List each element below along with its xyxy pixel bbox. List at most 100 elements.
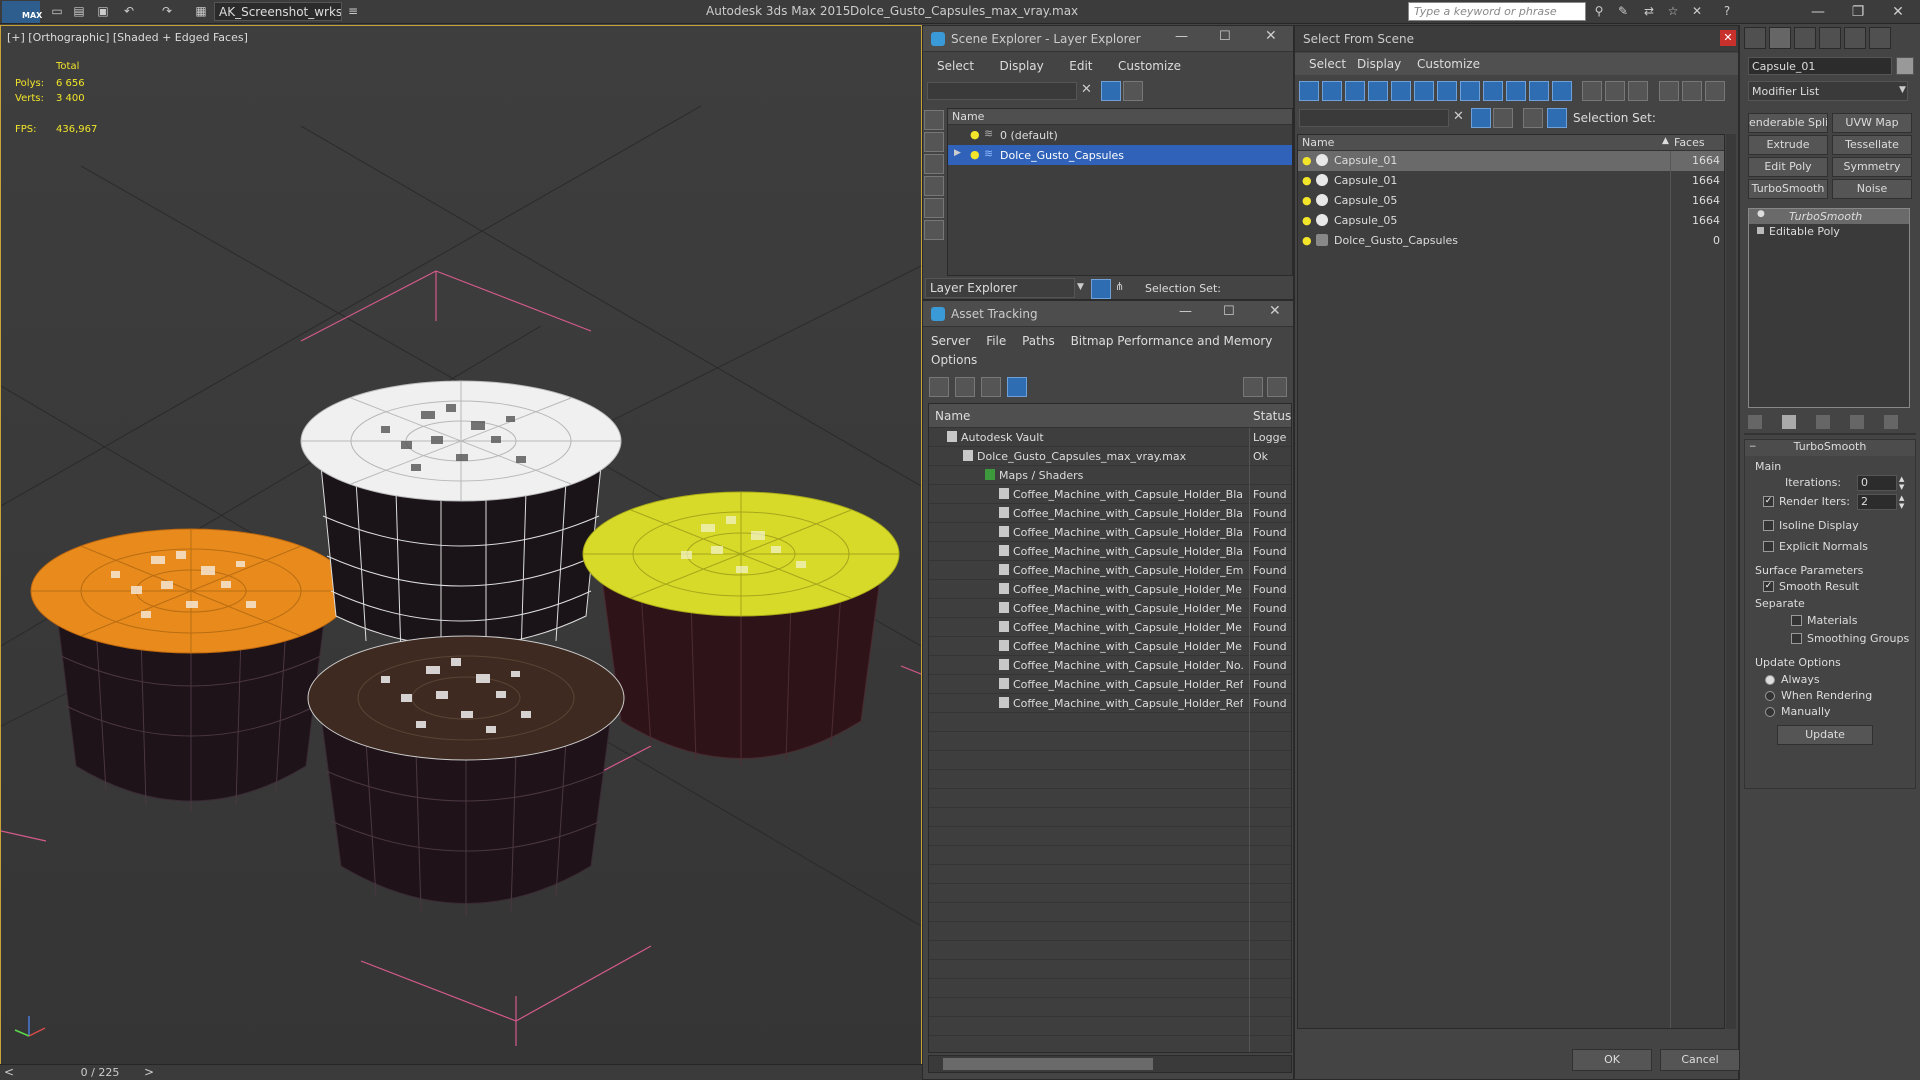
- isoline-checkbox[interactable]: [1763, 520, 1774, 531]
- stack-item-editable-poly[interactable]: Editable Poly: [1749, 224, 1909, 239]
- se-clear-icon[interactable]: ✕: [1081, 82, 1092, 97]
- time-prev-button[interactable]: <: [4, 1065, 14, 1079]
- light-bulb-icon[interactable]: ●: [1302, 214, 1312, 227]
- se-layers-icon[interactable]: [1123, 81, 1143, 101]
- sfs-filter-shapes-icon[interactable]: [1322, 81, 1342, 101]
- iterations-spinner-arrows-icon[interactable]: ▲ ▼: [1899, 475, 1904, 491]
- modifier-renderable-spline-button[interactable]: enderable Splir: [1748, 113, 1828, 133]
- asset-row[interactable]: Coffee_Machine_with_Capsule_Holder_Em...…: [929, 561, 1291, 580]
- se-close-icon[interactable]: ✕: [1265, 28, 1277, 44]
- sfs-col-name[interactable]: Name: [1302, 136, 1334, 149]
- sfs-funnel-icon[interactable]: [1659, 81, 1679, 101]
- light-bulb-icon[interactable]: ●: [1302, 194, 1312, 207]
- tab-create-icon[interactable]: [1744, 27, 1766, 49]
- sfs-menu-customize[interactable]: Customize: [1417, 57, 1480, 71]
- sfs-filter-bones-icon[interactable]: [1483, 81, 1503, 101]
- sfs-filter-containers-icon[interactable]: [1506, 81, 1526, 101]
- se-layer-mode-icon[interactable]: [1091, 279, 1111, 299]
- sfs-hierarchy-icon[interactable]: [1547, 108, 1567, 128]
- help-icon[interactable]: ?: [1718, 3, 1736, 20]
- star-icon[interactable]: ☆: [1664, 3, 1682, 20]
- exchange-icon[interactable]: ⇄: [1640, 3, 1658, 20]
- tab-hierarchy-icon[interactable]: [1794, 27, 1816, 49]
- search-input[interactable]: Type a keyword or phrase: [1408, 2, 1586, 21]
- light-bulb-icon[interactable]: ●: [970, 128, 980, 141]
- light-bulb-icon[interactable]: ●: [970, 148, 980, 161]
- at-scroll-thumb[interactable]: [943, 1058, 1153, 1070]
- when-rendering-radio[interactable]: [1765, 691, 1775, 701]
- at-col-name[interactable]: Name: [935, 409, 970, 423]
- materials-checkbox[interactable]: [1791, 615, 1802, 626]
- modifier-tessellate-button[interactable]: Tessellate: [1832, 135, 1912, 155]
- sfs-filter-geometry-icon[interactable]: [1299, 81, 1319, 101]
- sfs-filter-display-all-icon[interactable]: [1582, 81, 1602, 101]
- se-menu-display[interactable]: Display: [1000, 59, 1044, 73]
- stack-item-turbosmooth[interactable]: ● TurboSmooth: [1749, 209, 1909, 224]
- time-next-button[interactable]: >: [144, 1065, 154, 1079]
- sfs-menu-display[interactable]: Display: [1357, 57, 1401, 71]
- asset-row[interactable]: Coffee_Machine_with_Capsule_Holder_No...…: [929, 656, 1291, 675]
- modifier-turbosmooth-button[interactable]: TurboSmooth: [1748, 179, 1828, 199]
- at-minimize-icon[interactable]: —: [1179, 304, 1192, 319]
- render-iters-spinner-arrows-icon[interactable]: ▲ ▼: [1899, 494, 1904, 510]
- viewport-perspective[interactable]: [+] [Orthographic] [Shaded + Edged Faces…: [0, 25, 922, 1065]
- tab-display-icon[interactable]: [1844, 27, 1866, 49]
- asset-row[interactable]: Maps / Shaders: [929, 466, 1291, 485]
- at-menu-paths[interactable]: Paths: [1022, 334, 1055, 348]
- dropdown-arrow-icon[interactable]: ▼: [1077, 282, 1084, 292]
- sfs-close-icon[interactable]: ✕: [1720, 30, 1736, 46]
- render-iters-spinner[interactable]: 2: [1857, 494, 1897, 510]
- asset-row[interactable]: Coffee_Machine_with_Capsule_Holder_Bla..…: [929, 523, 1291, 542]
- at-settings-icon[interactable]: [1267, 377, 1287, 397]
- asset-row[interactable]: Coffee_Machine_with_Capsule_Holder_Me...…: [929, 599, 1291, 618]
- make-unique-icon[interactable]: [1816, 415, 1830, 429]
- at-help-icon[interactable]: [1243, 377, 1263, 397]
- binoculars-icon[interactable]: ⚲: [1590, 3, 1608, 20]
- modifier-list-arrow-icon[interactable]: ▼: [1899, 85, 1906, 95]
- se-tool-objects-icon[interactable]: [924, 110, 944, 130]
- stack-bulb-icon[interactable]: ●: [1757, 209, 1765, 219]
- modifier-extrude-button[interactable]: Extrude: [1748, 135, 1828, 155]
- sfs-funnel-list-icon[interactable]: [1682, 81, 1702, 101]
- at-horizontal-scrollbar[interactable]: [928, 1055, 1292, 1073]
- at-menu-file[interactable]: File: [986, 334, 1006, 348]
- show-end-result-icon[interactable]: [1782, 415, 1796, 429]
- asset-row[interactable]: Coffee_Machine_with_Capsule_Holder_Me...…: [929, 618, 1291, 637]
- sfs-filter-invert-icon[interactable]: [1628, 81, 1648, 101]
- object-name-input[interactable]: Capsule_01: [1748, 57, 1892, 75]
- at-close-icon[interactable]: ✕: [1269, 303, 1281, 319]
- render-iters-checkbox[interactable]: ✓: [1763, 496, 1774, 507]
- sfs-filter-cameras-icon[interactable]: [1368, 81, 1388, 101]
- sfs-filter-groups-icon[interactable]: [1437, 81, 1457, 101]
- open-file-icon[interactable]: ▤: [70, 3, 88, 20]
- save-file-icon[interactable]: ▣: [94, 3, 112, 20]
- pin-stack-icon[interactable]: [1748, 415, 1762, 429]
- new-file-icon[interactable]: ▭: [48, 3, 66, 20]
- sfs-filter-frozen-icon[interactable]: [1529, 81, 1549, 101]
- smoothing-groups-checkbox[interactable]: [1791, 633, 1802, 644]
- se-tool-cameras-icon[interactable]: [924, 198, 944, 218]
- workspace-menu-icon[interactable]: ≡: [344, 3, 362, 20]
- sfs-vertical-scrollbar[interactable]: [1726, 134, 1736, 1029]
- restore-icon[interactable]: ❐: [1838, 2, 1878, 22]
- explicit-normals-checkbox[interactable]: [1763, 541, 1774, 552]
- scene-object-row[interactable]: ● Capsule_01 1664: [1298, 171, 1724, 191]
- sfs-filter-hidden-icon[interactable]: [1552, 81, 1572, 101]
- close-x-icon[interactable]: ✕: [1688, 3, 1706, 20]
- smooth-result-checkbox[interactable]: ✓: [1763, 581, 1774, 592]
- layer-row[interactable]: ● ≋ 0 (default): [948, 125, 1292, 145]
- light-bulb-icon[interactable]: ●: [1302, 234, 1312, 247]
- configure-sets-icon[interactable]: [1884, 415, 1898, 429]
- se-filter-icon[interactable]: [1101, 81, 1121, 101]
- sfs-filter-xrefs-icon[interactable]: [1460, 81, 1480, 101]
- always-radio[interactable]: [1765, 675, 1775, 685]
- sfs-stack-icon[interactable]: [1523, 108, 1543, 128]
- asset-row[interactable]: Coffee_Machine_with_Capsule_Holder_Ref..…: [929, 694, 1291, 713]
- asset-row[interactable]: Coffee_Machine_with_Capsule_Holder_Me...…: [929, 580, 1291, 599]
- scene-object-row[interactable]: ● Capsule_01 1664: [1298, 151, 1724, 171]
- at-menu-bitmap[interactable]: Bitmap Performance and Memory: [1071, 334, 1273, 348]
- object-color-swatch[interactable]: [1896, 57, 1914, 75]
- sfs-filter-display-none-icon[interactable]: [1605, 81, 1625, 101]
- expand-arrow-icon[interactable]: ▶: [954, 148, 961, 158]
- se-tool-shapes-icon[interactable]: [924, 154, 944, 174]
